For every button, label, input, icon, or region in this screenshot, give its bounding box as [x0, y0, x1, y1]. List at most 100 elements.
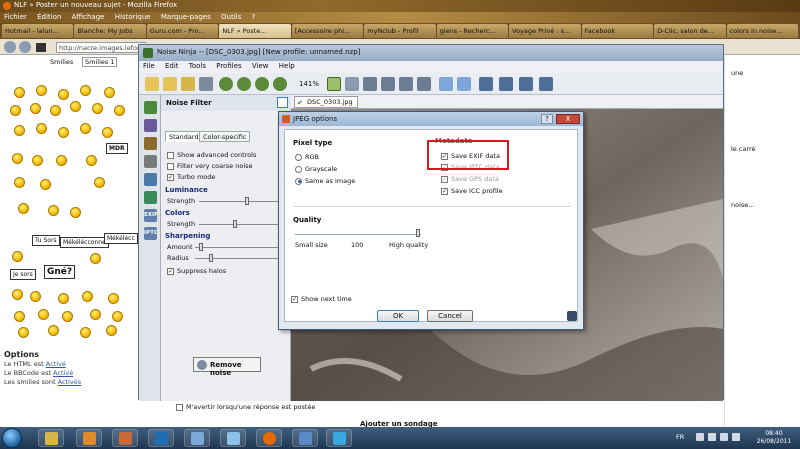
smiley-icon[interactable]	[102, 127, 113, 138]
smiley-icon[interactable]	[82, 291, 93, 302]
pen-icon[interactable]	[144, 137, 157, 150]
tab-mynclub[interactable]: myNclub - Profil	[364, 24, 436, 38]
tray-flag-icon[interactable]	[720, 433, 728, 441]
info-toolbar-icon[interactable]	[499, 77, 513, 91]
smiley-icon[interactable]	[18, 327, 29, 338]
smiley-icon[interactable]	[30, 103, 41, 114]
tray-volume-icon[interactable]	[732, 433, 740, 441]
smilies-select[interactable]: Smilies 1	[82, 57, 118, 67]
profile-panel-icon[interactable]	[144, 173, 157, 186]
smilies-enabled-link[interactable]: Activés	[58, 378, 82, 386]
sticker-mekelecc[interactable]: Mékélécc	[104, 233, 138, 244]
smiley-icon[interactable]	[114, 105, 125, 116]
folder-icon[interactable]	[45, 432, 58, 445]
nn-menu-profiles[interactable]: Profiles	[216, 62, 241, 70]
smiley-icon[interactable]	[90, 309, 101, 320]
photoshop-icon[interactable]	[155, 432, 168, 445]
brush-icon[interactable]	[144, 119, 157, 132]
tab-hotmail[interactable]: Hotmail - lalun...	[2, 24, 74, 38]
sticker-mekeleconne[interactable]: Mékélécconne	[60, 237, 109, 248]
save-gps-checkbox[interactable]: ✓	[441, 175, 448, 183]
smiley-icon[interactable]	[38, 309, 49, 320]
tab-guru[interactable]: Guru.com - Pro...	[146, 24, 219, 38]
smiley-icon[interactable]	[30, 291, 41, 302]
compare-view-icon[interactable]	[327, 77, 341, 91]
close-button[interactable]: X	[556, 114, 580, 124]
image-tab-dsc0303[interactable]: ✔ DSC_0303.jpg	[294, 96, 358, 108]
tab-nlf[interactable]: NLF » Poste...	[219, 24, 291, 38]
histogram-icon[interactable]	[457, 77, 471, 91]
filter-coarse-checkbox[interactable]	[167, 162, 174, 170]
smiley-icon[interactable]	[12, 153, 23, 164]
smiley-icon[interactable]	[14, 87, 25, 98]
sticker-tu-sors[interactable]: Tu Sors	[32, 235, 60, 246]
start-button[interactable]	[2, 428, 22, 448]
nn-menu-view[interactable]: View	[252, 62, 269, 70]
tab-color-specific[interactable]: Color-specific	[199, 131, 251, 142]
sticker-je-sors[interactable]: Je sors	[10, 269, 36, 280]
split-view-icon[interactable]	[345, 77, 359, 91]
smiley-icon[interactable]	[10, 105, 21, 116]
color-toolbar-icon[interactable]	[519, 77, 533, 91]
save-folder-icon[interactable]	[181, 77, 195, 91]
show-advanced-checkbox[interactable]	[167, 151, 174, 159]
smiley-icon[interactable]	[92, 103, 103, 114]
language-indicator[interactable]: FR	[676, 433, 684, 441]
iptc-icon[interactable]: IPTC	[144, 227, 158, 240]
grayscale-radio[interactable]	[295, 165, 302, 173]
menu-fichier[interactable]: Fichier	[4, 13, 27, 21]
ok-button[interactable]: OK	[377, 310, 419, 322]
smiley-icon[interactable]	[12, 251, 23, 262]
menu-help[interactable]: ?	[252, 13, 256, 21]
sharpening-amount-slider[interactable]	[199, 243, 203, 251]
app-icon[interactable]	[299, 432, 312, 445]
menu-edition[interactable]: Édition	[37, 13, 61, 21]
smiley-icon[interactable]	[14, 177, 25, 188]
menu-outils[interactable]: Outils	[221, 13, 241, 21]
smiley-icon[interactable]	[56, 155, 67, 166]
sticker-mdr[interactable]: MDR	[106, 143, 128, 154]
help-button[interactable]: ?	[541, 114, 553, 124]
smiley-icon[interactable]	[106, 325, 117, 336]
firefox-taskbar-icon[interactable]	[263, 432, 276, 445]
tab-colors-in-noise[interactable]: colors in noise...	[726, 24, 798, 38]
bbcode-enabled-link[interactable]: Activé	[53, 369, 73, 377]
zoom-actual-icon[interactable]	[273, 77, 287, 91]
sticker-gne[interactable]: Gné?	[44, 265, 76, 279]
sharpening-radius-slider[interactable]	[209, 254, 213, 262]
tray-arrow-icon[interactable]	[696, 433, 704, 441]
forward-arrow-icon[interactable]	[19, 41, 31, 53]
luminance-view-icon[interactable]	[381, 77, 395, 91]
nn-menu-edit[interactable]: Edit	[165, 62, 179, 70]
open-folder-icon[interactable]	[145, 77, 159, 91]
smiley-icon[interactable]	[90, 253, 101, 264]
tools-icon[interactable]	[144, 155, 157, 168]
luminance-strength-slider[interactable]	[245, 197, 249, 205]
smiley-icon[interactable]	[50, 105, 61, 116]
menu-historique[interactable]: Historique	[115, 13, 151, 21]
tab-accessoire[interactable]: [Accessoire phi...	[291, 24, 364, 38]
smiley-icon[interactable]	[62, 311, 73, 322]
smiley-icon[interactable]	[112, 311, 123, 322]
open-recent-icon[interactable]	[163, 77, 177, 91]
smiley-icon[interactable]	[48, 325, 59, 336]
channel-view-icon[interactable]	[417, 77, 431, 91]
messenger-icon[interactable]	[333, 432, 346, 445]
save-icc-checkbox[interactable]: ✓	[441, 187, 448, 195]
exif-toolbar-icon[interactable]	[479, 77, 493, 91]
nn-menu-help[interactable]: Help	[279, 62, 295, 70]
same-as-image-radio[interactable]	[295, 177, 302, 185]
cancel-button[interactable]: Cancel	[427, 310, 473, 322]
smiley-icon[interactable]	[80, 123, 91, 134]
noise-ninja-taskbar-icon[interactable]	[119, 432, 132, 445]
tab-standard[interactable]: Standard	[165, 131, 203, 142]
smiley-icon[interactable]	[14, 125, 25, 136]
turbo-mode-checkbox[interactable]: ✓	[167, 173, 174, 181]
smiley-icon[interactable]	[36, 123, 47, 134]
smiley-icon[interactable]	[40, 179, 51, 190]
smiley-icon[interactable]	[58, 89, 69, 100]
quality-slider[interactable]	[416, 229, 420, 237]
tab-blanche[interactable]: Blanche: My Jobs	[74, 24, 146, 38]
gadgets-icon[interactable]	[191, 432, 204, 445]
rgb-radio[interactable]	[295, 153, 302, 161]
